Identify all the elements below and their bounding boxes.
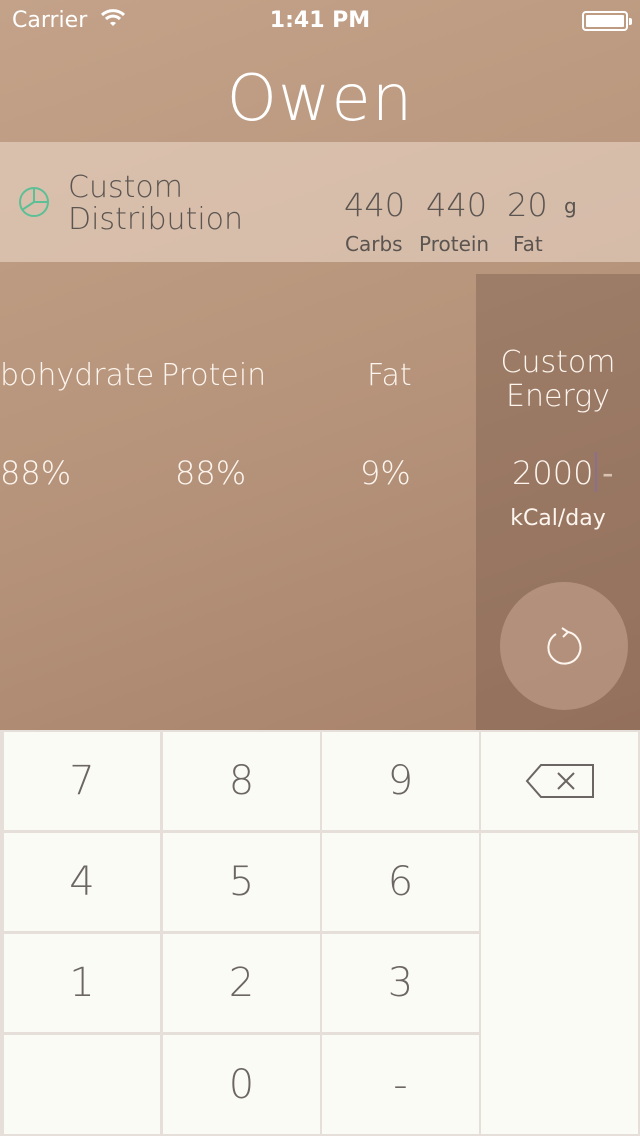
blank-key	[481, 833, 638, 1134]
carbs-label: Carbs	[345, 232, 403, 256]
fat-header: Fat	[367, 358, 412, 393]
reset-icon	[547, 627, 582, 665]
battery-icon	[582, 11, 632, 31]
fat-grams: 20	[507, 186, 548, 224]
distribution-summary[interactable]: Custom Distribution 440 440 20 g Carbs P…	[0, 142, 640, 262]
reset-button[interactable]	[500, 582, 628, 710]
pie-chart-icon	[19, 187, 49, 217]
key-5[interactable]: 5	[163, 833, 320, 931]
clock: 1:41 PM	[269, 8, 371, 33]
energy-panel: Custom Energy 2000 - kCal/day	[476, 274, 640, 730]
protein-header: Protein	[161, 358, 267, 393]
key-1[interactable]: 1	[4, 934, 160, 1032]
numeric-keypad: 7 8 9 4 5 6 1 2 3 0 -	[0, 730, 640, 1136]
energy-input[interactable]: 2000	[512, 454, 593, 492]
key-4[interactable]: 4	[4, 833, 160, 931]
empty-key	[4, 1035, 160, 1134]
carbs-grams: 440	[344, 186, 406, 224]
key-7[interactable]: 7	[4, 732, 160, 830]
carbohydrate-header: bohydrate	[0, 358, 155, 393]
profile-name: Owen	[226, 62, 414, 136]
key-6[interactable]: 6	[322, 833, 479, 931]
grams-unit: g	[564, 194, 577, 218]
protein-grams: 440	[426, 186, 488, 224]
fat-percent[interactable]: 9%	[360, 454, 411, 492]
carbohydrate-percent[interactable]: 88%	[0, 454, 71, 492]
fat-label: Fat	[513, 232, 543, 256]
text-cursor	[595, 452, 597, 492]
status-bar: Carrier 1:41 PM	[0, 0, 640, 40]
key-minus[interactable]: -	[322, 1035, 479, 1134]
backspace-key[interactable]	[481, 732, 638, 830]
key-8[interactable]: 8	[163, 732, 320, 830]
key-0[interactable]: 0	[163, 1035, 320, 1134]
energy-unit: kCal/day	[510, 506, 606, 531]
key-9[interactable]: 9	[322, 732, 479, 830]
distribution-label: Custom Distribution	[68, 170, 244, 237]
energy-minus: -	[602, 454, 614, 492]
key-2[interactable]: 2	[163, 934, 320, 1032]
protein-percent[interactable]: 88%	[175, 454, 246, 492]
energy-header: Custom Energy	[500, 345, 616, 414]
backspace-icon	[525, 764, 594, 798]
key-3[interactable]: 3	[322, 934, 479, 1032]
protein-label: Protein	[419, 232, 490, 256]
